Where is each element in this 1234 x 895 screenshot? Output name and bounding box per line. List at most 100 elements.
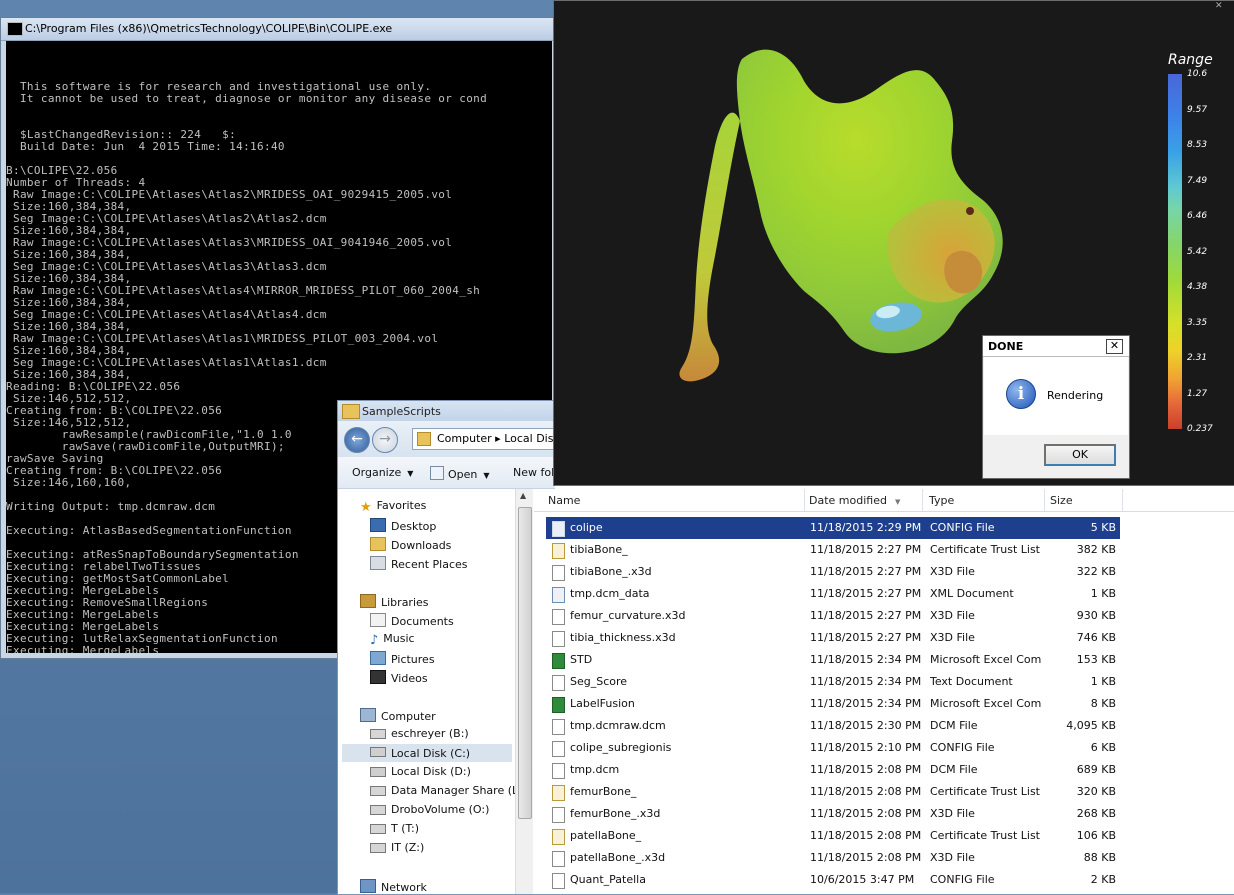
organize-button[interactable]: Organize ▼ bbox=[352, 466, 413, 479]
file-size: 106 KB bbox=[1076, 829, 1116, 842]
nav-drive-l[interactable]: Data Manager Share (L:) bbox=[370, 784, 526, 802]
nav-desktop[interactable]: Desktop bbox=[370, 518, 436, 536]
file-row[interactable]: tmp.dcm 11/18/2015 2:08 PM DCM File 689 KB bbox=[546, 759, 1120, 781]
info-icon: i bbox=[1006, 379, 1036, 409]
file-row[interactable]: tibiaBone_ 11/18/2015 2:27 PM Certificate … bbox=[546, 539, 1120, 561]
local-disk-icon bbox=[370, 767, 386, 777]
file-size: 930 KB bbox=[1076, 609, 1116, 622]
rendering-viewport[interactable] bbox=[554, 1, 1234, 485]
done-dialog[interactable]: DONE ✕ i Rendering OK bbox=[982, 335, 1130, 479]
file-row[interactable]: patellaBone_ 11/18/2015 2:08 PM Certificat… bbox=[546, 825, 1120, 847]
open-label: Open bbox=[448, 468, 478, 481]
column-header-date[interactable]: Date modified ▼ bbox=[809, 494, 900, 507]
file-date: 11/18/2015 2:34 PM bbox=[810, 653, 922, 666]
back-arrow-icon[interactable]: ← bbox=[344, 427, 370, 453]
nav-drive-d[interactable]: Local Disk (D:) bbox=[370, 765, 471, 783]
file-row[interactable]: femur_curvature.x3d 11/18/2015 2:27 PM X3D… bbox=[546, 605, 1120, 627]
nav-drive-b[interactable]: eschreyer (B:) bbox=[370, 727, 469, 745]
nav-recent-places[interactable]: Recent Places bbox=[370, 556, 468, 574]
column-header-size[interactable]: Size bbox=[1050, 494, 1073, 507]
color-scale-tick-label: 5.42 bbox=[1187, 246, 1208, 257]
nav-label: Data Manager Share (L:) bbox=[391, 784, 527, 797]
nav-label: Favorites bbox=[376, 499, 427, 512]
nav-label: Videos bbox=[391, 672, 428, 685]
nav-computer[interactable]: Computer bbox=[360, 708, 436, 726]
file-name: tibiaBone_ bbox=[570, 543, 628, 556]
cert-file-icon bbox=[552, 829, 565, 845]
nav-label: Pictures bbox=[391, 653, 435, 666]
nav-pane-scrollbar[interactable]: ▲ bbox=[515, 489, 533, 894]
doc-file-icon bbox=[552, 763, 565, 779]
nav-drive-z[interactable]: IT (Z:) bbox=[370, 841, 424, 859]
doc-file-icon bbox=[552, 807, 565, 823]
column-header-name[interactable]: Name bbox=[548, 494, 580, 507]
close-icon[interactable]: ✕ bbox=[1106, 339, 1123, 354]
file-row[interactable]: colipe_subregionis 11/18/2015 2:10 PM CONF… bbox=[546, 737, 1120, 759]
file-name: STD bbox=[570, 653, 593, 666]
file-type: X3D File bbox=[930, 609, 975, 622]
file-row[interactable]: patellaBone_.x3d 11/18/2015 2:08 PM X3D Fi… bbox=[546, 847, 1120, 869]
render-window[interactable]: ✕ Range 10.6 9.57 8.53 7.49 6.46 5.42 4.… bbox=[553, 0, 1234, 486]
doc-file-icon bbox=[552, 631, 565, 647]
file-type: XML Document bbox=[930, 587, 1014, 600]
file-name: tibia_thickness.x3d bbox=[570, 631, 676, 644]
color-scale-tick-label: 8.53 bbox=[1187, 140, 1208, 150]
file-row[interactable]: tmp.dcm_data 11/18/2015 2:27 PM XML Docume… bbox=[546, 583, 1120, 605]
column-header-type[interactable]: Type bbox=[929, 494, 954, 507]
nav-drive-c[interactable]: Local Disk (C:) bbox=[342, 744, 512, 762]
nav-drive-t[interactable]: T (T:) bbox=[370, 822, 419, 840]
column-divider[interactable] bbox=[922, 489, 923, 511]
nav-music[interactable]: ♪ Music bbox=[370, 632, 415, 650]
xls-file-icon bbox=[552, 653, 565, 669]
file-date: 11/18/2015 2:08 PM bbox=[810, 785, 922, 798]
nav-pictures[interactable]: Pictures bbox=[370, 651, 435, 669]
file-row[interactable]: Seg_Score 11/18/2015 2:34 PM Text Document… bbox=[546, 671, 1120, 693]
nav-label: Downloads bbox=[391, 539, 452, 552]
dialog-titlebar[interactable]: DONE ✕ bbox=[983, 336, 1129, 357]
nav-downloads[interactable]: Downloads bbox=[370, 537, 451, 555]
file-row[interactable]: Quant_Patella 10/6/2015 3:47 PM CONFIG Fil… bbox=[546, 869, 1120, 891]
explorer-title: SampleScripts bbox=[362, 405, 441, 418]
libraries-icon bbox=[360, 594, 376, 608]
file-row[interactable]: LabelFusion 11/18/2015 2:34 PM Microsoft E… bbox=[546, 693, 1120, 715]
forward-arrow-icon[interactable]: → bbox=[372, 427, 398, 453]
file-type: CONFIG File bbox=[930, 741, 995, 754]
nav-videos[interactable]: Videos bbox=[370, 670, 428, 688]
file-name: patellaBone_ bbox=[570, 829, 642, 842]
file-size: 5 KB bbox=[1090, 521, 1116, 534]
file-row[interactable]: femurBone_ 11/18/2015 2:08 PM Certificate … bbox=[546, 781, 1120, 803]
column-divider[interactable] bbox=[1122, 489, 1123, 511]
cert-file-icon bbox=[552, 543, 565, 559]
ok-button[interactable]: OK bbox=[1044, 444, 1116, 466]
folder-icon bbox=[417, 432, 431, 446]
column-divider[interactable] bbox=[1044, 489, 1045, 511]
file-name: tmp.dcm_data bbox=[570, 587, 650, 600]
address-bar[interactable]: Computer ▸ Local Dis bbox=[412, 428, 564, 450]
nav-label: Local Disk (C:) bbox=[391, 747, 471, 760]
scrollbar-thumb[interactable] bbox=[518, 507, 532, 819]
sort-arrow-icon: ▼ bbox=[894, 498, 901, 506]
file-row[interactable]: STD 11/18/2015 2:34 PM Microsoft Excel Com… bbox=[546, 649, 1120, 671]
file-type: Microsoft Excel Com... bbox=[930, 697, 1042, 710]
file-name: tmp.dcmraw.dcm bbox=[570, 719, 666, 732]
file-row[interactable]: tibia_thickness.x3d 11/18/2015 2:27 PM X3D… bbox=[546, 627, 1120, 649]
file-size: 320 KB bbox=[1076, 785, 1116, 798]
scroll-up-icon[interactable]: ▲ bbox=[520, 491, 526, 500]
file-name: Seg_Score bbox=[570, 675, 628, 688]
file-row[interactable]: tmp.dcmraw.dcm 11/18/2015 2:30 PM DCM File… bbox=[546, 715, 1120, 737]
open-button[interactable]: Open ▼ bbox=[430, 466, 490, 481]
nav-drive-o[interactable]: DroboVolume (O:) bbox=[370, 803, 489, 821]
file-row[interactable]: colipe 11/18/2015 2:29 PM CONFIG File 5 KB bbox=[546, 517, 1120, 539]
nav-documents[interactable]: Documents bbox=[370, 613, 454, 631]
nav-libraries[interactable]: Libraries bbox=[360, 594, 429, 612]
file-row[interactable]: tibiaBone_.x3d 11/18/2015 2:27 PM X3D File… bbox=[546, 561, 1120, 583]
nav-label: Network bbox=[381, 881, 427, 894]
column-divider[interactable] bbox=[804, 489, 805, 511]
explorer-titlebar[interactable]: SampleScripts bbox=[338, 401, 555, 421]
nav-label: Recent Places bbox=[391, 558, 468, 571]
file-row[interactable]: femurBone_.x3d 11/18/2015 2:08 PM X3D File… bbox=[546, 803, 1120, 825]
file-type: Text Document bbox=[930, 675, 1013, 688]
nav-favorites[interactable]: ★ Favorites bbox=[360, 499, 426, 517]
console-titlebar[interactable]: C:\Program Files (x86)\QmetricsTechnolog… bbox=[1, 18, 555, 41]
music-icon: ♪ bbox=[370, 633, 379, 648]
